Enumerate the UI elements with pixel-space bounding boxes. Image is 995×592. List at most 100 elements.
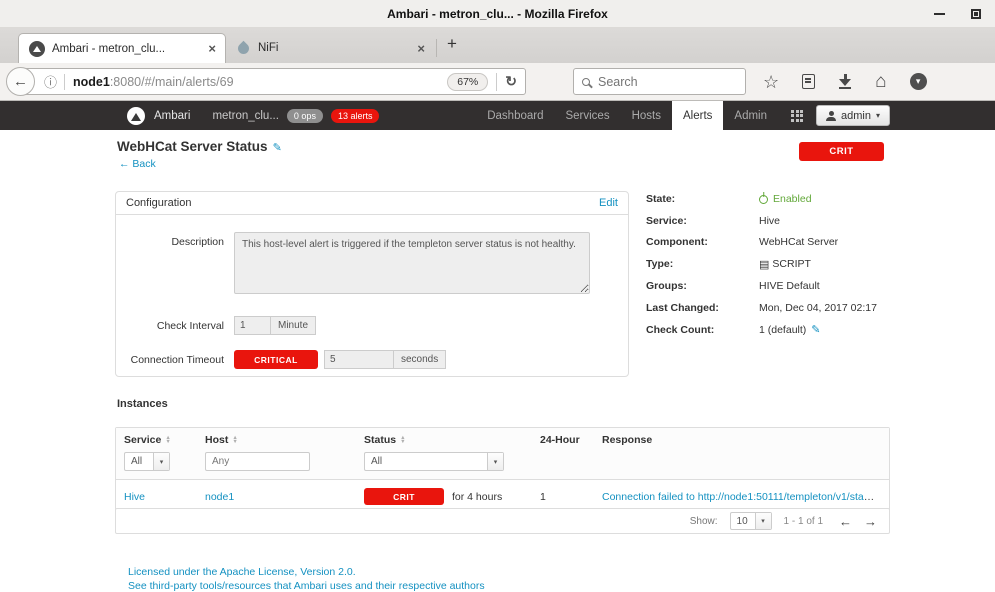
table-pagination: Show: 10 ▾ 1 - 1 of 1 ← → [115,508,890,534]
tab-bar: Ambari - metron_clu... × NiFi × + [0,28,995,63]
chevron-down-icon: ▾ [755,513,771,529]
ambari-brand[interactable]: Ambari [154,110,190,122]
close-tab-icon[interactable]: × [417,41,425,56]
sort-icon[interactable]: ▲▼ [232,436,237,445]
column-header-host[interactable]: Host ▲▼ [205,434,364,446]
back-link[interactable]: ← Back [119,158,156,170]
views-grid-icon[interactable] [791,110,803,122]
column-header-24hour: 24-Hour [540,434,602,446]
bookmarks-menu-icon[interactable] [802,74,815,89]
detail-row-groups: Groups: HIVE Default [646,280,896,292]
service-value: Hive [759,215,780,227]
edit-link[interactable]: Edit [599,197,618,209]
status-filter-select[interactable]: All ▾ [364,452,504,471]
search-bar[interactable] [573,68,746,95]
zoom-level-badge[interactable]: 67% [447,73,488,91]
new-tab-button[interactable]: + [443,34,467,58]
alert-status-button[interactable]: CRIT [799,142,884,161]
cluster-name[interactable]: metron_clu... [212,110,278,122]
alerts-count-badge[interactable]: 13 alerts [331,109,380,123]
tab-label: NiFi [258,42,411,54]
url-separator [64,74,65,90]
previous-page-icon[interactable]: ← [839,514,852,529]
nav-item-services[interactable]: Services [554,101,620,130]
instances-heading: Instances [117,398,168,410]
tab-nifi[interactable]: NiFi × [226,33,434,63]
maximize-icon[interactable] [971,9,981,19]
third-party-link[interactable]: See third-party tools/resources that Amb… [128,580,485,592]
page-size-select[interactable]: 10 ▾ [730,512,772,530]
detail-row-component: Component: WebHCat Server [646,236,896,248]
back-arrow-icon: ← [119,158,130,170]
back-arrow-icon: ← [13,73,28,90]
check-interval-input[interactable] [234,316,271,335]
edit-check-count-pencil-icon[interactable]: ✎ [811,323,820,336]
downloads-icon[interactable] [838,74,852,89]
chevron-down-icon: ▾ [876,111,880,120]
host-link[interactable]: node1 [205,491,234,503]
column-header-service[interactable]: Service ▲▼ [124,434,205,446]
license-link[interactable]: Licensed under the Apache License, Versi… [128,566,356,578]
navigation-toolbar: ← ⓘ node1 :8080/#/main/alerts/69 67% ↻ ☆… [0,63,995,101]
reload-icon[interactable]: ↻ [505,73,517,90]
detail-row-last-changed: Last Changed: Mon, Dec 04, 2017 02:17 [646,302,896,314]
sort-icon[interactable]: ▲▼ [165,436,170,445]
back-button[interactable]: ← [6,67,35,96]
service-link[interactable]: Hive [124,491,145,503]
chevron-down-icon: ▾ [153,453,169,470]
groups-value: HIVE Default [759,280,820,292]
close-tab-icon[interactable]: × [208,41,216,56]
connection-timeout-input[interactable] [324,350,394,369]
page-title: WebHCat Server Status✎ [117,139,282,154]
day-count: 1 [540,491,602,503]
connection-timeout-label: Connection Timeout [116,350,234,366]
description-textarea[interactable]: This host-level alert is triggered if th… [234,232,590,294]
last-changed-value: Mon, Dec 04, 2017 02:17 [759,302,877,314]
state-value[interactable]: Enabled [773,193,812,205]
nifi-favicon-icon [236,40,252,56]
status-badge: CRIT [364,488,444,505]
tab-label: Ambari - metron_clu... [52,43,202,55]
url-bar[interactable]: ⓘ node1 :8080/#/main/alerts/69 67% ↻ [21,68,526,95]
nav-item-dashboard[interactable]: Dashboard [476,101,554,130]
window-controls [934,0,981,28]
script-file-icon: ▤ [759,258,769,271]
pocket-icon[interactable]: ▾ [910,73,927,90]
tab-separator [436,39,437,57]
minimize-icon[interactable] [934,13,945,15]
column-header-response: Response [602,434,881,446]
critical-threshold-button[interactable]: CRITICAL [234,350,318,369]
ops-count-badge[interactable]: 0 ops [287,109,323,123]
chevron-down-icon: ▾ [487,453,503,470]
search-input[interactable] [598,75,737,89]
ambari-navbar: Ambari metron_clu... 0 ops 13 alerts Das… [0,101,995,130]
tab-ambari[interactable]: Ambari - metron_clu... × [18,33,226,63]
ambari-logo-icon[interactable] [127,107,145,125]
component-value: WebHCat Server [759,236,838,248]
nav-item-hosts[interactable]: Hosts [621,101,672,130]
sort-icon[interactable]: ▲▼ [400,436,405,445]
next-page-icon[interactable]: → [864,514,877,529]
site-info-icon[interactable]: ⓘ [44,72,57,91]
search-icon [582,78,590,86]
column-header-status[interactable]: Status ▲▼ [364,434,540,446]
detail-row-state: State: Enabled [646,193,896,205]
power-icon [759,195,768,204]
user-menu-button[interactable]: admin ▾ [816,105,890,126]
home-icon[interactable]: ⌂ [875,72,886,91]
edit-title-pencil-icon[interactable]: ✎ [273,142,282,154]
nav-item-admin[interactable]: Admin [723,101,778,130]
url-separator [496,73,497,91]
alert-details-panel: State: Enabled Service: Hive Component: … [646,193,896,346]
host-filter-input[interactable] [205,452,310,471]
response-link[interactable]: Connection failed to http://node1:50111/… [602,491,881,503]
detail-row-check-count: Check Count: 1 (default)✎ [646,323,896,336]
service-filter-select[interactable]: All ▾ [124,452,170,471]
panel-title: Configuration [126,197,191,209]
nav-item-alerts[interactable]: Alerts [672,101,723,130]
status-duration: for 4 hours [452,491,502,503]
detail-row-type: Type: ▤SCRIPT [646,258,896,271]
window-title: Ambari - metron_clu... - Mozilla Firefox [387,7,608,21]
bookmark-star-icon[interactable]: ☆ [763,73,779,91]
user-name: admin [841,110,871,122]
